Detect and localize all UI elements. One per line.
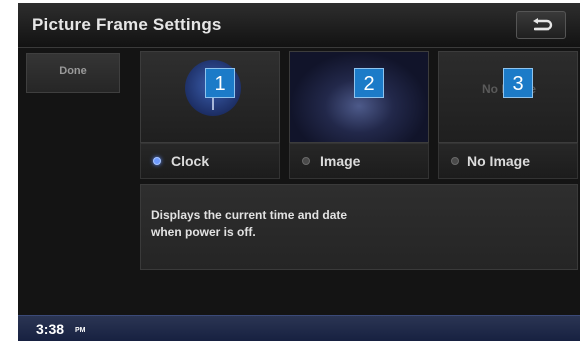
status-bar: 3:38 PM <box>18 315 580 341</box>
description-line-1: Displays the current time and date <box>151 208 348 222</box>
callout-badge-1: 1 <box>205 68 235 98</box>
callout-badge-3: 3 <box>503 68 533 98</box>
option-label: Image <box>320 153 361 169</box>
no-image-preview-thumbnail[interactable]: No Image 3 <box>438 51 578 143</box>
option-label: No Image <box>467 153 531 169</box>
header-bar: Picture Frame Settings <box>18 3 580 48</box>
clock-ampm: PM <box>75 327 86 334</box>
option-clock[interactable]: 1 Clock <box>140 51 280 179</box>
option-no-image-label-row[interactable]: No Image <box>438 143 578 179</box>
page-title: Picture Frame Settings <box>32 15 222 34</box>
back-button[interactable] <box>516 11 566 39</box>
clock-preview-thumbnail[interactable]: 1 <box>140 51 280 143</box>
return-arrow-icon <box>533 18 553 31</box>
callout-badge-2: 2 <box>354 68 384 98</box>
radio-indicator[interactable] <box>451 157 459 165</box>
radio-indicator-selected[interactable] <box>153 157 161 165</box>
clock-time: 3:38 <box>36 321 65 337</box>
radio-indicator[interactable] <box>302 157 310 165</box>
image-preview-thumbnail[interactable]: 2 <box>289 51 429 143</box>
option-label: Clock <box>171 153 210 169</box>
option-no-image[interactable]: No Image 3 No Image <box>438 51 578 179</box>
option-clock-label-row[interactable]: Clock <box>140 143 280 179</box>
picture-frame-settings-screen: Picture Frame Settings Done 1 Clock 2 Im… <box>18 3 580 341</box>
description-line-2: when power is off. <box>151 225 256 239</box>
option-image[interactable]: 2 Image <box>289 51 429 179</box>
option-image-label-row[interactable]: Image <box>289 143 429 179</box>
done-button[interactable]: Done <box>26 53 120 93</box>
description-panel: Displays the current time and date when … <box>140 184 578 270</box>
